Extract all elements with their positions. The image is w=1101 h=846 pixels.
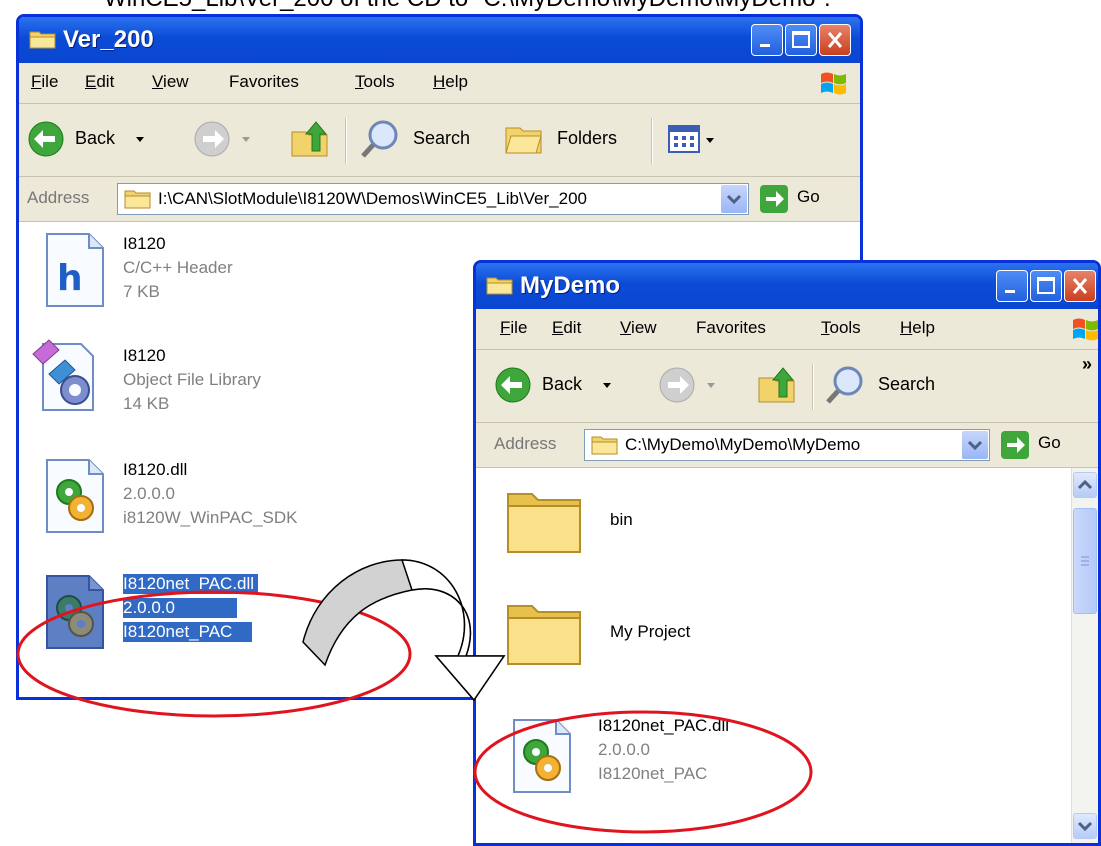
highlight-circle-target: [473, 710, 813, 834]
annotation-overlay: [16, 559, 813, 834]
drag-arrow-head: [400, 559, 506, 702]
